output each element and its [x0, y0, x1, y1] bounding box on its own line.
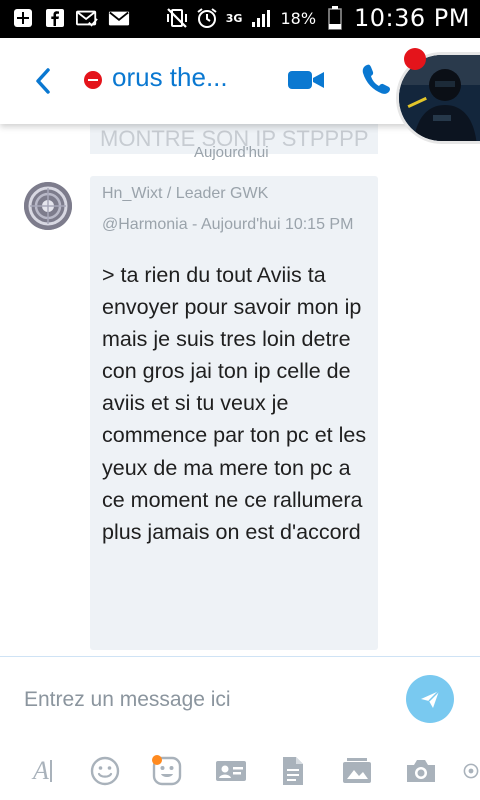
composer-toolbar: A — [0, 742, 480, 800]
emoji-button[interactable] — [88, 754, 122, 788]
camera-icon — [407, 760, 435, 782]
vibrate-off-icon — [166, 8, 188, 28]
file-button[interactable] — [276, 754, 310, 788]
clock: 10:36 PM — [354, 4, 470, 32]
message-timestamp: @Harmonia - Aujourd'hui 10:15 PM — [102, 216, 354, 233]
battery-icon — [324, 6, 346, 30]
send-icon — [421, 690, 440, 708]
video-call-button[interactable] — [286, 68, 326, 92]
date-separator: Aujourd'hui — [194, 144, 269, 161]
message-text: > ta rien du tout Aviis ta envoyer pour … — [102, 263, 367, 544]
battery-percent: 18% — [280, 8, 317, 28]
media-album-icon — [343, 758, 371, 783]
message-list[interactable]: MONTRE SON IP STPPPP Aujourd'hui Hn_Wixt… — [0, 124, 480, 656]
conversation-title[interactable]: orus the... — [112, 62, 228, 93]
message-meta: Hn_Wixt / Leader GWK @Harmonia - Aujourd… — [102, 178, 372, 240]
location-icon — [463, 763, 479, 779]
sender-avatar-image-icon — [24, 182, 72, 230]
new-mojis-indicator — [152, 755, 162, 765]
signal-icon — [250, 8, 272, 28]
camera-button[interactable] — [404, 754, 438, 788]
send-button[interactable] — [406, 675, 454, 723]
message-bubble[interactable]: Hn_Wixt / Leader GWK @Harmonia - Aujourd… — [90, 176, 378, 650]
phone-icon — [362, 64, 390, 94]
audio-call-button[interactable] — [360, 62, 392, 96]
notification-badge — [404, 48, 426, 70]
location-button[interactable] — [462, 754, 480, 788]
message-input[interactable] — [24, 683, 384, 717]
video-camera-icon — [288, 71, 324, 89]
mail-icon — [108, 8, 130, 28]
emoji-icon — [90, 756, 120, 786]
media-album-button[interactable] — [340, 754, 374, 788]
back-button[interactable] — [28, 64, 58, 98]
message-sender: Hn_Wixt / Leader GWK — [102, 185, 269, 202]
sender-avatar[interactable] — [24, 182, 72, 230]
status-bar: 3G 18% 10:36 PM — [0, 0, 480, 38]
alarm-icon — [196, 8, 218, 28]
add-box-icon — [12, 8, 34, 28]
format-text-button[interactable]: A — [26, 754, 60, 788]
presence-do-not-disturb-icon — [84, 71, 102, 89]
network-type: 3G — [225, 11, 243, 25]
mail-check-icon — [76, 8, 98, 28]
contact-card-icon — [216, 761, 246, 781]
chevron-left-icon — [36, 68, 50, 94]
notification-icons — [12, 8, 130, 28]
cursor-bar-icon — [49, 760, 52, 782]
file-icon — [283, 757, 303, 785]
facebook-icon — [44, 8, 66, 28]
composer — [0, 656, 480, 742]
format-text-icon: A — [33, 756, 49, 785]
contact-card-button[interactable] — [214, 754, 248, 788]
system-icons: 3G 18% 10:36 PM — [166, 4, 470, 32]
